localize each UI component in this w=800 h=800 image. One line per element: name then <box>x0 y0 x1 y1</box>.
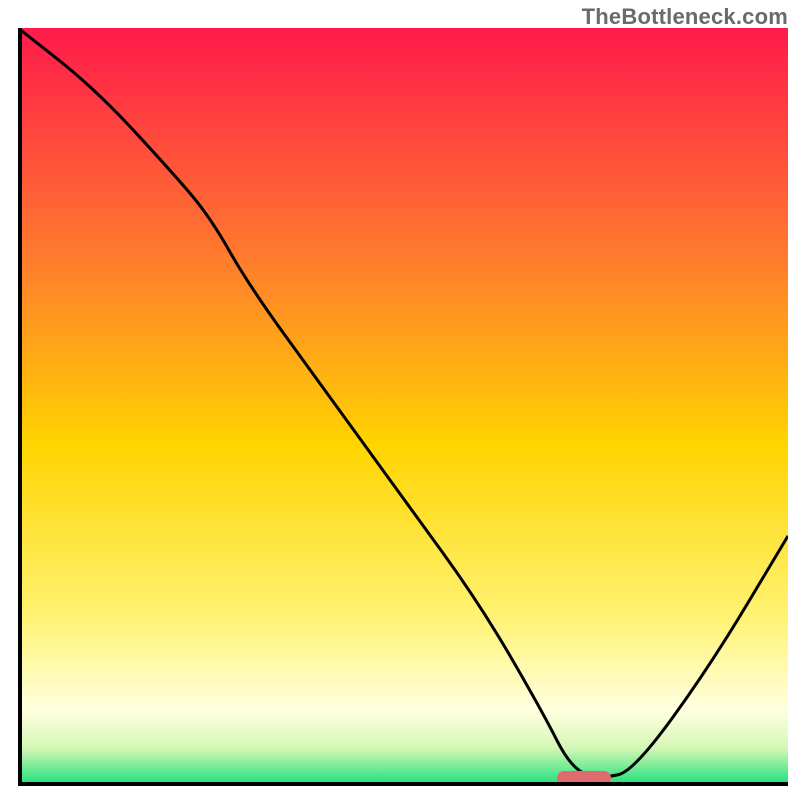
optimal-marker <box>557 771 611 785</box>
chart-container: TheBottleneck.com <box>0 0 800 800</box>
curve-svg <box>18 28 788 786</box>
plot-area <box>18 28 788 786</box>
bottleneck-curve <box>18 28 788 777</box>
watermark-text: TheBottleneck.com <box>582 4 788 30</box>
